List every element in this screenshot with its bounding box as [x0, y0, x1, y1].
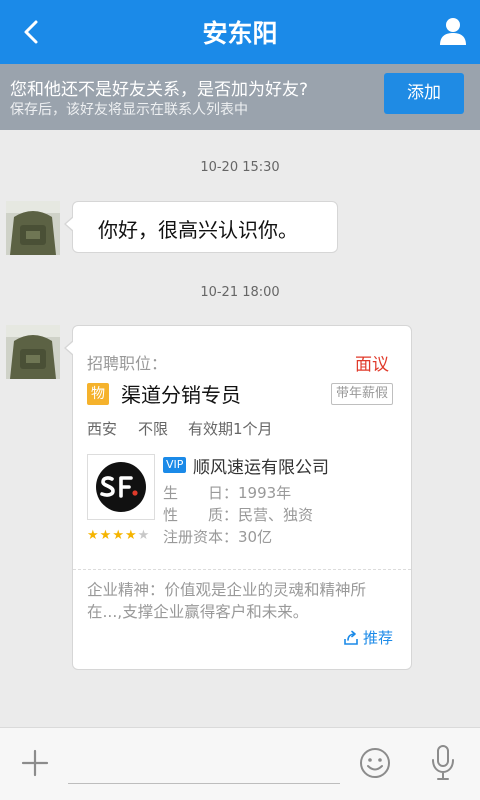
- job-city: 西安: [87, 420, 118, 438]
- notice-subtext: 保存后，该好友将显示在联系人列表中: [10, 102, 248, 118]
- microphone-icon[interactable]: [430, 744, 456, 782]
- star-filled-icon: ★: [112, 528, 125, 543]
- salary-text: 面议: [355, 355, 389, 375]
- avatar[interactable]: [6, 201, 60, 255]
- emoji-icon[interactable]: [358, 746, 392, 780]
- message-text: 你好，很高兴认识你。: [98, 218, 298, 242]
- category-badge: 物: [87, 383, 109, 405]
- vip-badge: VIP: [163, 457, 187, 473]
- input-bar: [0, 727, 480, 800]
- page-title: 安东阳: [202, 19, 278, 48]
- job-title: 渠道分销专员: [121, 383, 241, 407]
- message-timestamp: 10-21 18:00: [200, 285, 280, 300]
- company-nature: 性 质：民营、独资: [163, 506, 314, 524]
- job-label: 招聘职位：: [87, 354, 168, 373]
- top-bar: 安东阳: [0, 0, 480, 64]
- notice-text: 您和他还不是好友关系，是否加为好友?: [10, 80, 309, 100]
- message-input[interactable]: [68, 783, 340, 784]
- recommend-label: 推荐: [362, 629, 393, 647]
- avatar-image: [6, 201, 60, 255]
- job-experience: 不限: [138, 420, 169, 438]
- add-friend-notice: 您和他还不是好友关系，是否加为好友? 保存后，该好友将显示在联系人列表中 添加: [0, 64, 480, 130]
- recommend-button[interactable]: 推荐: [343, 627, 393, 648]
- company-capital: 注册资本：30亿: [163, 528, 273, 546]
- company-logo: [87, 454, 155, 520]
- message-timestamp: 10-20 15:30: [200, 160, 280, 175]
- star-empty-icon: ★: [137, 528, 151, 543]
- message-bubble[interactable]: 你好，很高兴认识你。: [64, 201, 338, 253]
- person-icon[interactable]: [438, 16, 468, 46]
- avatar[interactable]: [6, 325, 60, 379]
- card-divider: [73, 569, 411, 570]
- perk-tag: 带年薪假: [330, 383, 393, 405]
- avatar-image: [6, 325, 60, 379]
- company-founded: 生 日：1993年: [163, 484, 292, 502]
- star-filled-icon: ★: [87, 528, 100, 543]
- sf-logo-icon: [96, 462, 146, 512]
- share-icon: [344, 630, 358, 645]
- company-rating: ★★★★★: [87, 528, 150, 543]
- star-filled-icon: ★: [99, 528, 113, 543]
- star-filled-icon: ★: [124, 528, 138, 543]
- job-validity: 有效期1个月: [188, 420, 273, 438]
- job-card[interactable]: 招聘职位： 面议 物 渠道分销专员 带年薪假 西安 不限 有效期1个月 ★★★★…: [64, 325, 412, 670]
- company-name[interactable]: 顺风速运有限公司: [193, 453, 329, 478]
- add-friend-button[interactable]: 添加: [384, 73, 464, 114]
- company-culture: 企业精神：价值观是企业的灵魂和精神所在...,支撑企业赢得客户和未来。: [87, 581, 367, 621]
- plus-icon[interactable]: [20, 748, 50, 778]
